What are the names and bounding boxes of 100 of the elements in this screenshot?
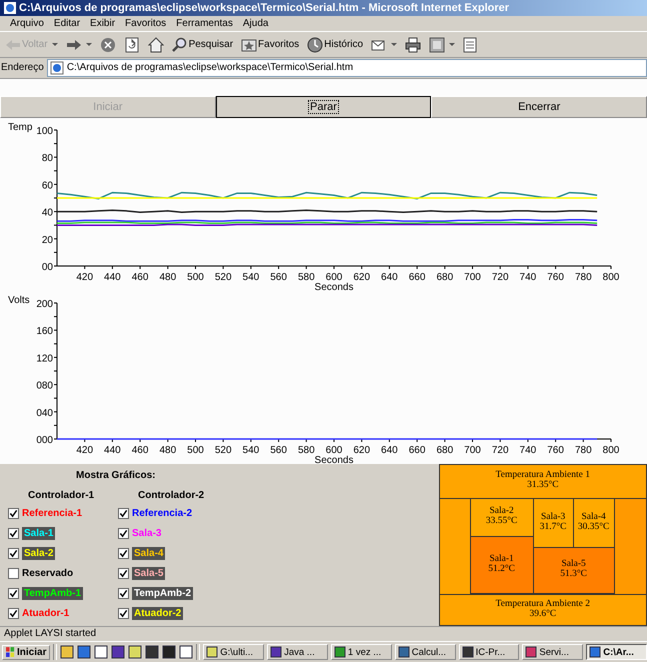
tick-label: 520 bbox=[214, 272, 232, 283]
tick-label: 600 bbox=[326, 272, 342, 283]
tick-label: 560 bbox=[270, 444, 287, 456]
toolbar-button[interactable]: Pesquisar bbox=[170, 36, 236, 54]
checkbox[interactable] bbox=[8, 588, 19, 600]
taskbar-button[interactable]: Servi... bbox=[522, 644, 584, 660]
program-icon[interactable] bbox=[111, 645, 126, 660]
checkbox[interactable] bbox=[118, 548, 129, 560]
checkbox[interactable] bbox=[8, 508, 19, 520]
browser-icon bbox=[4, 2, 16, 14]
taskbar-button[interactable]: IC-Pr... bbox=[458, 644, 520, 660]
checkbox[interactable] bbox=[118, 528, 129, 540]
ambient-tile: Temperatura Ambiente 2 39.6°C bbox=[440, 594, 646, 625]
checkbox-label[interactable]: TempAmb-1 bbox=[24, 588, 82, 600]
column-header: Controlador-1 bbox=[27, 488, 96, 503]
axis-title: Volts bbox=[8, 294, 30, 306]
program-icon[interactable] bbox=[145, 645, 160, 660]
checkbox[interactable] bbox=[118, 588, 129, 600]
tick-label: 20 bbox=[42, 234, 53, 246]
tick-label: 540 bbox=[242, 444, 260, 456]
taskbar-button[interactable]: G:\ulti... bbox=[203, 644, 264, 660]
tick-label: 600 bbox=[326, 444, 342, 456]
menu-item[interactable]: Arquivo bbox=[10, 18, 44, 30]
program-icon[interactable] bbox=[60, 645, 74, 660]
checkbox-label[interactable]: TempAmb-2 bbox=[134, 588, 192, 600]
address-field[interactable]: C:\Arquivos de programas\eclipse\workspace\Termico\Serial.htm bbox=[46, 58, 647, 77]
checkbox[interactable] bbox=[8, 568, 19, 580]
checkbox[interactable] bbox=[118, 508, 129, 520]
document-icon bbox=[463, 36, 478, 53]
checkbox-label[interactable]: Sala-4 bbox=[134, 548, 164, 560]
tick-label: 420 bbox=[76, 444, 94, 456]
tick-label: 040 bbox=[36, 407, 53, 418]
room-tile: Sala-2 33.55°C bbox=[470, 498, 533, 537]
window-title: C:\Arquivos de programas\eclipse\workspace\Termico\Serial.htm - Microsoft Internet Explorer bbox=[19, 2, 510, 14]
arrow-icon bbox=[5, 38, 21, 51]
tick-label: 640 bbox=[381, 444, 398, 456]
checkbox-label[interactable]: Referencia-2 bbox=[132, 508, 192, 520]
tick-label: 500 bbox=[187, 444, 204, 456]
tick-label: 760 bbox=[547, 444, 564, 456]
checkbox[interactable] bbox=[118, 608, 129, 620]
checkbox-label[interactable]: Reservado bbox=[22, 568, 74, 580]
checkbox[interactable] bbox=[8, 548, 19, 560]
tick-label: 780 bbox=[574, 444, 592, 456]
menu-item[interactable]: Ferramentas bbox=[176, 18, 233, 30]
menu-item[interactable]: Favoritos bbox=[125, 18, 166, 30]
tick-label: 580 bbox=[298, 272, 315, 283]
print-icon bbox=[405, 36, 422, 53]
tick-label: 760 bbox=[547, 272, 564, 283]
toolbar-button[interactable]: Favoritos bbox=[239, 36, 302, 53]
address-label: Endereço bbox=[0, 62, 44, 74]
arrow-icon bbox=[66, 38, 82, 51]
checkbox-label[interactable]: Sala-5 bbox=[134, 568, 164, 580]
tick-label: 480 bbox=[159, 444, 176, 456]
tick-label: 740 bbox=[520, 444, 536, 456]
tick-label: 460 bbox=[132, 272, 148, 283]
toolbar-button[interactable] bbox=[427, 36, 458, 54]
taskbar-button[interactable]: 1 vez ... bbox=[330, 644, 392, 660]
applet-button[interactable]: Encerrar bbox=[431, 96, 647, 118]
status-text: Applet LAYSI started bbox=[4, 628, 96, 640]
taskbar-button[interactable]: C:\Ar... bbox=[586, 644, 647, 660]
menu-item[interactable]: Editar bbox=[54, 18, 80, 30]
program-icon[interactable] bbox=[94, 645, 108, 660]
program-icon[interactable] bbox=[179, 645, 194, 660]
home-icon bbox=[148, 36, 164, 53]
checkbox[interactable] bbox=[118, 568, 129, 580]
program-icon[interactable] bbox=[162, 645, 176, 660]
tick-label: 620 bbox=[353, 444, 370, 456]
tick-label: 660 bbox=[408, 444, 426, 456]
menu-item[interactable]: Exibir bbox=[90, 18, 116, 30]
tick-label: 720 bbox=[492, 272, 509, 283]
taskbar-button[interactable]: Java ... bbox=[267, 644, 328, 660]
tick-label: 200 bbox=[36, 298, 53, 310]
checkbox[interactable] bbox=[8, 608, 19, 620]
favorites-icon bbox=[241, 38, 258, 52]
start-button[interactable]: Iniciar bbox=[2, 644, 50, 660]
taskbar-button[interactable]: Calcul... bbox=[394, 644, 456, 660]
toolbar-button[interactable] bbox=[461, 36, 480, 54]
program-icon bbox=[206, 646, 218, 658]
tick-label: 620 bbox=[353, 272, 370, 283]
tick-label: 420 bbox=[76, 272, 94, 283]
checkbox-label[interactable]: Sala-2 bbox=[24, 548, 54, 560]
applet-button[interactable]: Parar bbox=[216, 96, 432, 118]
tick-label: 80 bbox=[42, 152, 53, 164]
toolbar-button[interactable]: Histórico bbox=[305, 36, 366, 54]
tick-label: 700 bbox=[464, 444, 481, 456]
program-icon[interactable] bbox=[77, 645, 92, 660]
program-icon bbox=[589, 646, 602, 658]
checkbox-label[interactable]: Atuador-2 bbox=[134, 608, 182, 620]
room-tile: Sala-3 31.7°C bbox=[532, 498, 573, 548]
toolbar-button[interactable] bbox=[403, 36, 424, 54]
column-header: Controlador-2 bbox=[137, 488, 206, 503]
menu-item[interactable]: Ajuda bbox=[242, 18, 268, 30]
tick-label: 480 bbox=[159, 272, 176, 283]
tick-label: 00 bbox=[42, 262, 53, 273]
program-icon[interactable] bbox=[128, 645, 142, 660]
checkbox-label[interactable]: Sala-1 bbox=[24, 528, 54, 540]
program-icon bbox=[270, 646, 282, 658]
flag-icon bbox=[6, 646, 15, 658]
toolbar-button[interactable] bbox=[146, 36, 166, 54]
checkbox[interactable] bbox=[8, 528, 19, 540]
